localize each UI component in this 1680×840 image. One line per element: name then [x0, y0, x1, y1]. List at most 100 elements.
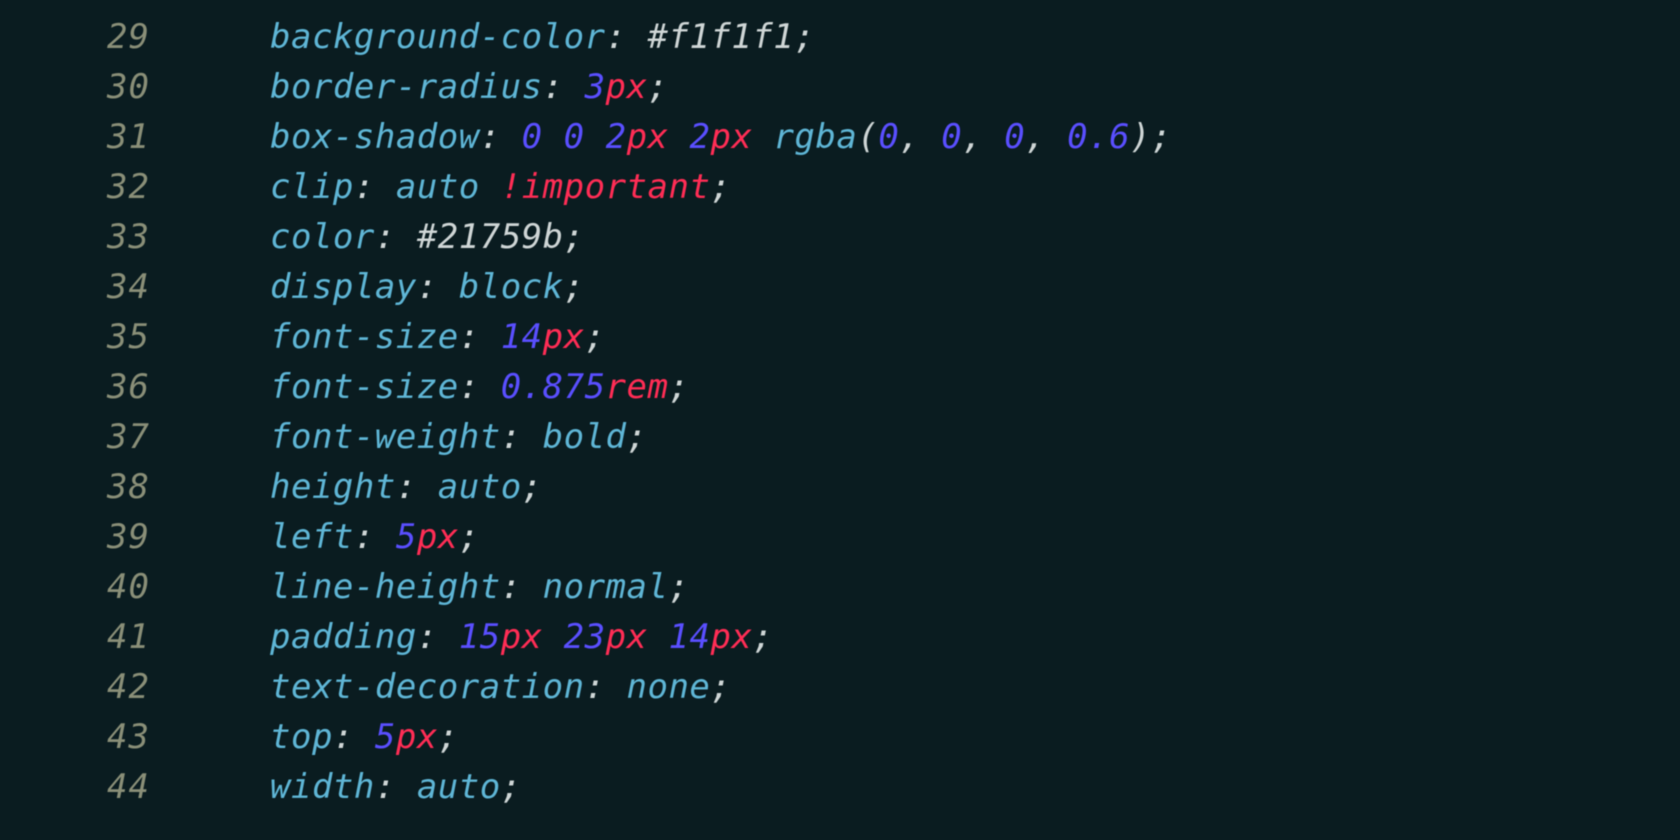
token-paren: (	[857, 117, 878, 157]
code-line[interactable]: 37font-weight: bold;	[0, 412, 1680, 462]
line-number: 32	[0, 162, 190, 212]
code-editor[interactable]: 29background-color: #f1f1f1;30border-rad…	[0, 0, 1680, 812]
code-content[interactable]: text-decoration: none;	[190, 662, 731, 712]
token-punct: ,	[899, 117, 941, 157]
token-punct: ,	[1025, 117, 1067, 157]
token-punct: :	[417, 617, 459, 657]
token-num: 0.6	[1067, 117, 1130, 157]
token-punct: ;	[459, 517, 480, 557]
code-content[interactable]: font-weight: bold;	[190, 412, 648, 462]
token-value: auto	[438, 467, 522, 507]
token-num: 2	[690, 117, 711, 157]
line-number: 34	[0, 262, 190, 312]
token-prop: font-weight	[270, 417, 501, 457]
token-punct: :	[396, 467, 438, 507]
token-unit: px	[711, 117, 753, 157]
token-num: 15	[459, 617, 501, 657]
code-line[interactable]: 38height: auto;	[0, 462, 1680, 512]
token-num: 5	[375, 717, 396, 757]
code-line[interactable]: 31box-shadow: 0 0 2px 2px rgba(0, 0, 0, …	[0, 112, 1680, 162]
code-content[interactable]: left: 5px;	[190, 512, 480, 562]
token-punct: :	[585, 667, 627, 707]
token-punct: ;	[501, 767, 522, 807]
token-num: 2	[606, 117, 627, 157]
code-line[interactable]: 30border-radius: 3px;	[0, 62, 1680, 112]
line-number: 36	[0, 362, 190, 412]
token-num: 14	[501, 317, 543, 357]
token-prop: line-height	[270, 567, 501, 607]
token-punct: :	[375, 217, 417, 257]
line-number: 43	[0, 712, 190, 762]
token-prop: color	[270, 217, 375, 257]
line-number: 40	[0, 562, 190, 612]
token-func: rgba	[773, 117, 857, 157]
code-content[interactable]: font-size: 0.875rem;	[190, 362, 689, 412]
code-line[interactable]: 36font-size: 0.875rem;	[0, 362, 1680, 412]
code-line[interactable]: 41padding: 15px 23px 14px;	[0, 612, 1680, 662]
token-punct: :	[606, 17, 648, 57]
token-num: 0	[941, 117, 962, 157]
token-value: normal	[543, 567, 669, 607]
code-content[interactable]: height: auto;	[190, 462, 543, 512]
token-value: none	[627, 667, 711, 707]
line-number: 41	[0, 612, 190, 662]
code-line[interactable]: 33color: #21759b;	[0, 212, 1680, 262]
token-hex: #f1f1f1	[647, 17, 794, 57]
token-value: auto	[396, 167, 480, 207]
token-punct: ;	[710, 167, 731, 207]
token-num: 5	[396, 517, 417, 557]
code-line[interactable]: 42text-decoration: none;	[0, 662, 1680, 712]
line-number: 44	[0, 762, 190, 812]
code-content[interactable]: background-color: #f1f1f1;	[190, 12, 815, 62]
code-line[interactable]: 32clip: auto !important;	[0, 162, 1680, 212]
token-punct: :	[501, 417, 543, 457]
token-num: 3	[585, 67, 606, 107]
token-punct: ;	[648, 67, 669, 107]
code-content[interactable]: display: block;	[190, 262, 585, 312]
code-content[interactable]: clip: auto !important;	[190, 162, 731, 212]
token-punct: :	[501, 567, 543, 607]
token-prop: top	[270, 717, 333, 757]
token-punct: ;	[794, 17, 815, 57]
code-content[interactable]: font-size: 14px;	[190, 312, 606, 362]
token-paren: )	[1130, 117, 1151, 157]
code-line[interactable]: 40line-height: normal;	[0, 562, 1680, 612]
token-punct	[669, 117, 690, 157]
code-content[interactable]: top: 5px;	[190, 712, 459, 762]
code-content[interactable]: padding: 15px 23px 14px;	[190, 612, 773, 662]
token-value: auto	[417, 767, 501, 807]
token-prop: box-shadow	[270, 117, 480, 157]
token-punct: :	[417, 267, 459, 307]
code-line[interactable]: 43top: 5px;	[0, 712, 1680, 762]
token-prop: padding	[270, 617, 417, 657]
code-line[interactable]: 44width: auto;	[0, 762, 1680, 812]
token-punct: :	[375, 767, 417, 807]
code-line[interactable]: 29background-color: #f1f1f1;	[0, 12, 1680, 62]
code-content[interactable]: box-shadow: 0 0 2px 2px rgba(0, 0, 0, 0.…	[190, 112, 1172, 162]
line-number: 42	[0, 662, 190, 712]
token-punct	[543, 617, 564, 657]
token-unit: px	[606, 67, 648, 107]
token-num: 14	[669, 617, 711, 657]
token-num: 0.875	[501, 367, 606, 407]
code-line[interactable]: 39left: 5px;	[0, 512, 1680, 562]
token-unit: px	[396, 717, 438, 757]
token-punct	[648, 617, 669, 657]
token-punct: ;	[752, 617, 773, 657]
code-line[interactable]: 34display: block;	[0, 262, 1680, 312]
code-content[interactable]: color: #21759b;	[190, 212, 585, 262]
token-punct: :	[459, 317, 501, 357]
code-content[interactable]: border-radius: 3px;	[190, 62, 668, 112]
token-num: 0	[1004, 117, 1025, 157]
token-num: 0	[522, 117, 543, 157]
token-prop: left	[270, 517, 354, 557]
token-prop: height	[270, 467, 396, 507]
token-hex: #21759b	[417, 217, 564, 257]
token-punct	[480, 167, 501, 207]
code-content[interactable]: line-height: normal;	[190, 562, 689, 612]
code-line[interactable]: 35font-size: 14px;	[0, 312, 1680, 362]
token-unit: px	[627, 117, 669, 157]
code-content[interactable]: width: auto;	[190, 762, 522, 812]
token-prop: width	[270, 767, 375, 807]
line-number: 35	[0, 312, 190, 362]
